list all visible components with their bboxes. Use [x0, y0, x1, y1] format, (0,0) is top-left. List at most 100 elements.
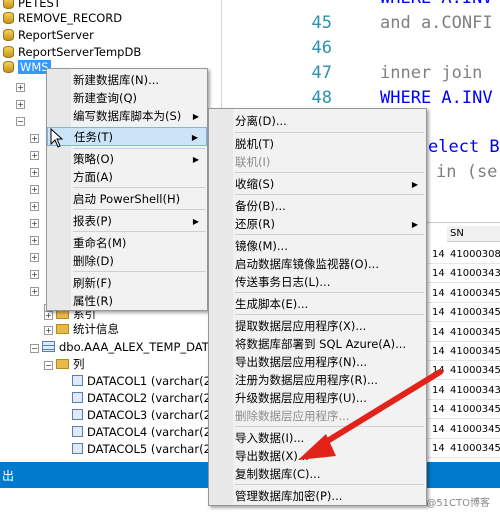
- cell-a: 14: [432, 404, 445, 416]
- cell-a: 14: [432, 423, 445, 435]
- context-menu-item[interactable]: 新建查询(Q): [47, 89, 207, 108]
- context-menu-item[interactable]: 策略(O) ▶: [47, 150, 207, 169]
- cell-a: 14: [432, 287, 445, 299]
- tasks-menu-item-label: 复制数据库(C)...: [235, 467, 321, 481]
- tree-expander[interactable]: +: [16, 95, 28, 112]
- submenu-arrow-icon: ▶: [411, 180, 418, 189]
- expand-icon: +: [30, 219, 39, 228]
- column-header-sn[interactable]: SN: [447, 226, 500, 242]
- tree-expander[interactable]: +: [30, 214, 42, 231]
- cell-a: 14: [432, 326, 445, 338]
- context-menu-item-label: 新建查询(Q): [73, 91, 138, 105]
- menu-separator: [235, 234, 424, 235]
- submenu-arrow-icon: ▶: [411, 220, 418, 229]
- tree-expander[interactable]: +: [30, 146, 42, 163]
- tree-node-db[interactable]: REMOVE_RECORD: [0, 10, 122, 27]
- context-menu-item-label: 删除(D): [73, 254, 114, 268]
- tree-expander[interactable]: +: [30, 231, 42, 248]
- tasks-menu-item[interactable]: 注册为数据层应用程序(R)...: [209, 371, 426, 390]
- database-icon: [3, 0, 14, 9]
- tree-node-table[interactable]: − dbo.AAA_ALEX_TEMP_DATA: [30, 339, 216, 356]
- tree-expander[interactable]: +: [30, 129, 42, 146]
- code-line: inner join: [380, 63, 483, 83]
- tasks-menu-item[interactable]: 管理数据库加密(P)...: [209, 487, 426, 506]
- context-menu-item[interactable]: 方面(A): [47, 168, 207, 187]
- context-menu-item[interactable]: 任务(T) ▶: [47, 127, 207, 146]
- expand-icon: +: [30, 168, 39, 177]
- tasks-menu-item-label: 导入数据(I)...: [235, 431, 305, 445]
- tasks-menu-item[interactable]: 还原(R) ▶: [209, 215, 426, 234]
- column-icon: [72, 392, 83, 403]
- tasks-menu-item-label: 提取数据层应用程序(X)...: [235, 319, 367, 333]
- tasks-menu-item[interactable]: 导入数据(I)...: [209, 429, 426, 448]
- tasks-menu-item[interactable]: 脱机(T): [209, 135, 426, 154]
- code-line: and a.CONFI: [380, 13, 493, 33]
- column-icon: [72, 375, 83, 386]
- tasks-menu-item[interactable]: 传送事务日志(L)...: [209, 273, 426, 292]
- tree-node-db[interactable]: ReportServer: [0, 27, 94, 44]
- tasks-menu-item[interactable]: 复制数据库(C)...: [209, 465, 426, 484]
- tasks-menu-item[interactable]: 升级数据层应用程序(U)...: [209, 389, 426, 408]
- menu-separator: [73, 231, 205, 232]
- context-menu-item-label: 新建数据库(N)...: [73, 73, 160, 87]
- cell-a: 14: [432, 346, 445, 357]
- context-menu-item-label: 刷新(F): [73, 276, 112, 290]
- context-menu-item[interactable]: 编写数据库脚本为(S) ▶: [47, 107, 207, 126]
- tree-node-columns[interactable]: − 列: [44, 356, 85, 373]
- tasks-menu-item[interactable]: 生成脚本(E)...: [209, 295, 426, 314]
- context-menu-item[interactable]: 重命名(M): [47, 234, 207, 253]
- tasks-menu-item-label: 升级数据层应用程序(U)...: [235, 391, 367, 405]
- tree-expander[interactable]: +: [30, 248, 42, 265]
- menu-separator: [73, 187, 205, 188]
- tree-expander[interactable]: +: [30, 180, 42, 197]
- tasks-menu-item[interactable]: 启动数据库镜像监视器(O)...: [209, 255, 426, 274]
- expand-icon: +: [30, 287, 39, 296]
- tasks-menu-item[interactable]: 提取数据层应用程序(X)...: [209, 317, 426, 336]
- tree-node-statistics[interactable]: + 统计信息: [44, 321, 119, 338]
- cell-a: 14: [432, 365, 445, 377]
- context-menu-item[interactable]: 刷新(F): [47, 274, 207, 293]
- context-menu-item[interactable]: 报表(P) ▶: [47, 212, 207, 231]
- tasks-menu-item[interactable]: 镜像(M)...: [209, 237, 426, 256]
- tasks-menu-item[interactable]: 备份(B)...: [209, 197, 426, 216]
- tree-expander[interactable]: +: [30, 282, 42, 299]
- menu-separator: [235, 484, 424, 485]
- cell-sn: 41000345: [450, 326, 500, 338]
- tasks-menu-item[interactable]: 导出数据(X)...: [209, 447, 426, 466]
- expand-icon: +: [30, 270, 39, 279]
- context-menu-item[interactable]: 属性(R): [47, 292, 207, 311]
- tree-expander[interactable]: +: [16, 78, 28, 95]
- tasks-menu-item[interactable]: 分离(D)...: [209, 112, 426, 131]
- tree-expander[interactable]: +: [30, 265, 42, 282]
- mouse-cursor-icon: [50, 128, 64, 148]
- tree-node-column[interactable]: DATACOL4 (varchar(20: [72, 424, 218, 441]
- context-menu-item[interactable]: 删除(D): [47, 252, 207, 271]
- menu-separator: [235, 314, 424, 315]
- tasks-menu-item: 删除数据层应用程序...: [209, 407, 426, 426]
- menu-separator: [73, 148, 205, 149]
- tasks-menu-item[interactable]: 收缩(S) ▶: [209, 175, 426, 194]
- tasks-menu-item[interactable]: 将数据库部署到 SQL Azure(A)...: [209, 335, 426, 354]
- cell-sn: 41000345: [450, 365, 500, 377]
- cell-a: 14: [432, 443, 445, 454]
- database-icon: [3, 12, 14, 24]
- tasks-menu-item[interactable]: 导出数据层应用程序(N)...: [209, 353, 426, 372]
- tree-node-column[interactable]: DATACOL1 (varchar(20: [72, 373, 218, 390]
- menu-separator: [235, 172, 424, 173]
- status-text: 出: [2, 469, 15, 483]
- tree-node-column[interactable]: DATACOL3 (varchar(20: [72, 407, 218, 424]
- menu-separator: [235, 132, 424, 133]
- tree-expander[interactable]: −: [16, 112, 28, 129]
- cell-sn: 41000345: [450, 443, 500, 454]
- context-menu-item-label: 属性(R): [73, 294, 113, 308]
- submenu-arrow-icon: ▶: [192, 112, 199, 121]
- tree-expander[interactable]: +: [30, 197, 42, 214]
- tree-node-column[interactable]: DATACOL2 (varchar(20: [72, 390, 218, 407]
- context-menu-item[interactable]: 启动 PowerShell(H): [47, 190, 207, 209]
- tree-node-column[interactable]: DATACOL5 (varchar(20: [72, 441, 218, 458]
- folder-icon: [56, 324, 69, 334]
- context-menu-item[interactable]: 新建数据库(N)...: [47, 71, 207, 90]
- tree-expander[interactable]: +: [30, 163, 42, 180]
- tree-node-wms[interactable]: WMS: [0, 59, 51, 76]
- watermark: @51CTO博客: [426, 498, 490, 509]
